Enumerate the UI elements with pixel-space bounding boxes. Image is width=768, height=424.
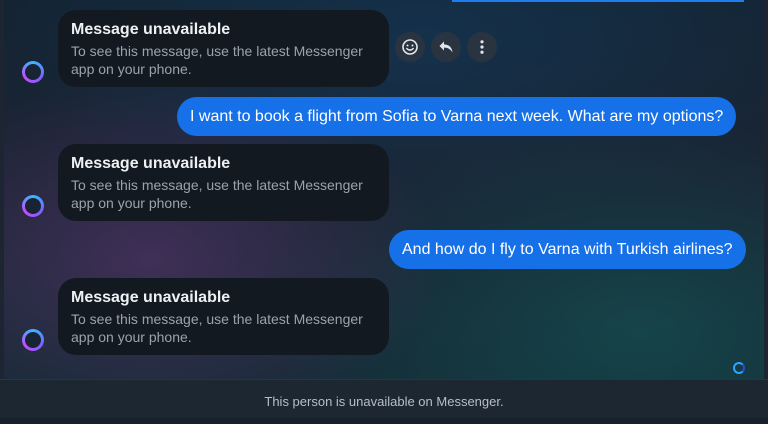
reply-icon <box>439 41 453 53</box>
incoming-message-bubble[interactable]: Message unavailable To see this message,… <box>58 278 389 355</box>
previous-outgoing-bubble-edge <box>452 0 744 2</box>
message-title: Message unavailable <box>71 289 231 306</box>
message-body: To see this message, use the latest Mess… <box>71 177 363 211</box>
message-title: Message unavailable <box>71 155 231 172</box>
message-hover-actions <box>395 32 497 62</box>
message-body: To see this message, use the latest Mess… <box>71 311 363 345</box>
message-body: To see this message, use the latest Mess… <box>71 43 363 77</box>
smiley-icon <box>402 39 418 55</box>
more-vertical-icon <box>480 40 484 54</box>
message-title: Message unavailable <box>71 21 231 38</box>
contact-avatar-icon[interactable] <box>22 195 44 217</box>
message-thread: Message unavailable To see this message,… <box>0 0 768 379</box>
react-button[interactable] <box>395 32 425 62</box>
seen-indicator-icon <box>733 362 745 374</box>
contact-avatar-icon[interactable] <box>22 61 44 83</box>
more-button[interactable] <box>467 32 497 62</box>
incoming-message-bubble[interactable]: Message unavailable To see this message,… <box>58 144 389 221</box>
outgoing-message-bubble[interactable]: And how do I fly to Varna with Turkish a… <box>389 230 746 269</box>
thread-right-border <box>764 0 768 379</box>
unavailable-notice: This person is unavailable on Messenger. <box>0 379 768 418</box>
thread-left-border <box>0 0 4 379</box>
reply-button[interactable] <box>431 32 461 62</box>
incoming-message-bubble[interactable]: Message unavailable To see this message,… <box>58 10 389 87</box>
contact-avatar-icon[interactable] <box>22 329 44 351</box>
outgoing-message-bubble[interactable]: I want to book a flight from Sofia to Va… <box>177 97 737 136</box>
